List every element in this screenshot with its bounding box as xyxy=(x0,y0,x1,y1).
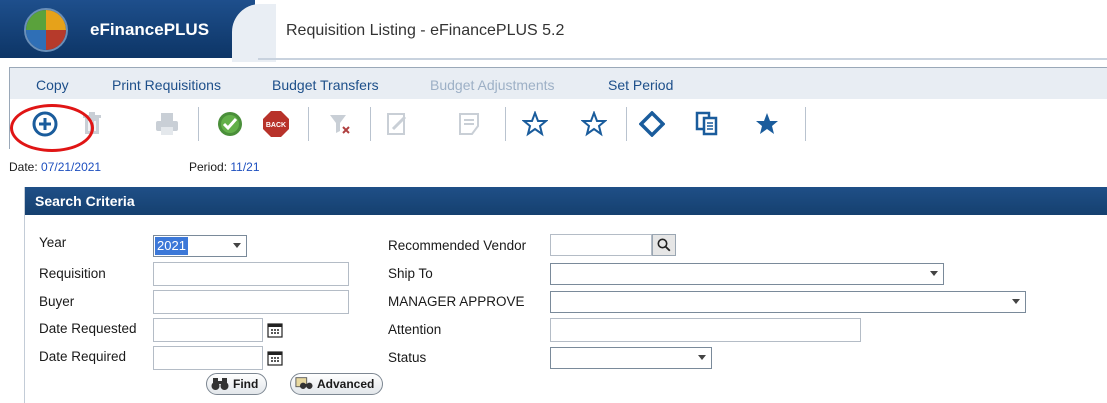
menu-item-copy[interactable]: Copy xyxy=(36,77,69,93)
edit-icon xyxy=(380,107,414,141)
menu-item-budget-adjustments: Budget Adjustments xyxy=(430,77,555,93)
buyer-label: Buyer xyxy=(39,294,75,309)
app-logo xyxy=(24,8,68,52)
ship-to-label: Ship To xyxy=(388,266,433,281)
star-outline-icon[interactable] xyxy=(577,107,611,141)
date-required-label: Date Required xyxy=(39,349,127,364)
chevron-down-icon xyxy=(1012,299,1020,304)
brand-tab-curve xyxy=(232,4,276,62)
menu-bar: Copy Print Requisitions Budget Transfers… xyxy=(9,67,1107,99)
menu-item-budget-transfers[interactable]: Budget Transfers xyxy=(272,77,379,93)
toolbar: BACK xyxy=(9,99,1107,149)
menu-item-set-period[interactable]: Set Period xyxy=(608,77,673,93)
copy-icon[interactable] xyxy=(690,107,724,141)
recommended-vendor-input[interactable] xyxy=(550,234,652,256)
date-requested-label: Date Requested xyxy=(39,321,137,336)
menu-item-print-requisitions[interactable]: Print Requisitions xyxy=(112,77,221,93)
status-label: Status xyxy=(388,350,427,365)
note-icon xyxy=(453,107,487,141)
highlight-circle xyxy=(10,104,94,152)
date-label: Date: xyxy=(9,160,38,174)
chevron-down-icon xyxy=(698,355,706,360)
star-filled-icon[interactable] xyxy=(750,107,784,141)
date-display: Date: 07/21/2021 xyxy=(9,160,101,174)
back-icon[interactable]: BACK xyxy=(259,107,293,141)
find-label: Find xyxy=(233,377,259,391)
calendar-icon[interactable] xyxy=(267,322,283,338)
year-select[interactable]: 2021 xyxy=(153,235,247,257)
year-value: 2021 xyxy=(155,237,188,255)
advanced-label: Advanced xyxy=(317,377,375,391)
period-value: 11/21 xyxy=(230,160,260,174)
requisition-input[interactable] xyxy=(153,262,349,286)
svg-text:BACK: BACK xyxy=(266,122,286,129)
app-header: eFinancePLUS Requisition Listing - eFina… xyxy=(0,0,1107,62)
window-title: Requisition Listing - eFinancePLUS 5.2 xyxy=(286,22,565,39)
star-outline-icon[interactable] xyxy=(518,107,552,141)
manager-approve-select[interactable] xyxy=(550,291,1026,313)
find-button[interactable]: Find xyxy=(206,373,268,395)
year-label: Year xyxy=(39,235,67,250)
attention-label: Attention xyxy=(388,322,442,337)
binoculars-icon xyxy=(211,376,229,392)
date-requested-input[interactable] xyxy=(153,318,263,342)
print-icon xyxy=(150,107,184,141)
calendar-icon[interactable] xyxy=(267,350,283,366)
chevron-down-icon xyxy=(930,271,938,276)
recommended-vendor-label: Recommended Vendor xyxy=(388,238,527,253)
brand-name: eFinancePLUS xyxy=(90,20,210,39)
divider xyxy=(258,58,1107,60)
panel-title: Search Criteria xyxy=(35,193,135,209)
search-criteria-panel: Search Criteria Year 2021 Requisition Bu… xyxy=(24,187,1107,403)
period-display: Period: 11/21 xyxy=(189,160,260,174)
diamond-icon[interactable] xyxy=(635,107,669,141)
panel-header: Search Criteria xyxy=(25,187,1107,215)
ok-icon[interactable] xyxy=(213,107,247,141)
requisition-label: Requisition xyxy=(39,266,106,281)
brand-bar: eFinancePLUS xyxy=(0,0,255,58)
manager-approve-label: MANAGER APPROVE xyxy=(388,294,525,309)
clear-filter-icon xyxy=(323,107,357,141)
date-required-input[interactable] xyxy=(153,346,263,370)
chevron-down-icon xyxy=(233,243,241,248)
ship-to-select[interactable] xyxy=(550,263,944,285)
period-label: Period: xyxy=(189,160,228,174)
search-icon[interactable] xyxy=(652,234,676,256)
date-value: 07/21/2021 xyxy=(41,160,102,174)
advanced-search-icon xyxy=(295,376,313,392)
advanced-button[interactable]: Advanced xyxy=(290,373,384,395)
attention-input[interactable] xyxy=(550,318,861,342)
buyer-input[interactable] xyxy=(153,290,349,314)
status-select[interactable] xyxy=(550,347,712,369)
